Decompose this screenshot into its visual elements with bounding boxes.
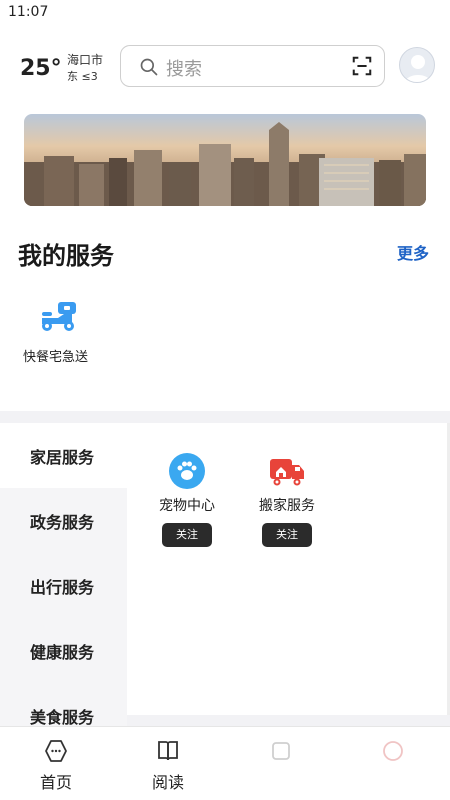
banner-image[interactable] [24, 114, 426, 206]
category-item-travel[interactable]: 出行服务 [0, 553, 127, 618]
header: 25° 海口市 东 ≤3 搜索 [0, 36, 450, 100]
bottom-tab-bar: 首页 阅读 [0, 726, 450, 800]
tab-label: 阅读 [151, 773, 184, 792]
search-input[interactable]: 搜索 [120, 45, 385, 87]
tab-reading[interactable]: 阅读 [123, 727, 213, 800]
category-content: 宠物中心 关注 搬家服务 关注 [127, 423, 450, 726]
scooter-icon [42, 302, 76, 331]
profile-icon [383, 741, 403, 761]
category-item-government[interactable]: 政务服务 [0, 488, 127, 553]
book-icon [158, 741, 178, 761]
panel-separator [127, 715, 450, 726]
follow-button[interactable]: 关注 [162, 523, 212, 547]
activity-icon [272, 742, 290, 760]
category-sidebar: 家居服务 政务服务 出行服务 健康服务 美食服务 [0, 423, 127, 726]
weather-wind: 东 ≤3 [67, 70, 98, 83]
service-item-delivery[interactable]: 快餐宅急送 [20, 296, 100, 366]
tile-label: 宠物中心 [159, 498, 215, 514]
weather-temperature: 25° [20, 56, 62, 81]
home-icon [45, 740, 67, 762]
user-icon [404, 55, 432, 82]
truck-icon [270, 459, 304, 486]
status-bar: 11:07 [0, 0, 450, 26]
more-link[interactable]: 更多 [397, 240, 429, 264]
tab-profile[interactable] [348, 727, 438, 800]
service-label: 快餐宅急送 [23, 350, 89, 365]
tile-moving-service[interactable]: 搬家服务 关注 [242, 423, 332, 547]
city-skyline-image [24, 114, 426, 206]
follow-button[interactable]: 关注 [262, 523, 312, 547]
category-item-health[interactable]: 健康服务 [0, 618, 127, 683]
tile-pet-center[interactable]: 宠物中心 关注 [142, 423, 232, 547]
avatar[interactable] [399, 47, 435, 83]
scan-icon[interactable] [351, 55, 373, 77]
paw-icon [169, 453, 205, 489]
category-item-home[interactable]: 家居服务 [0, 423, 127, 488]
tab-home[interactable]: 首页 [11, 727, 101, 800]
tab-label: 首页 [39, 773, 72, 792]
tab-activity[interactable] [236, 727, 326, 800]
my-services-title: 我的服务 [18, 242, 114, 270]
search-placeholder: 搜索 [166, 59, 202, 80]
weather-city: 海口市 [67, 53, 104, 67]
status-time: 11:07 [8, 4, 49, 20]
tile-label: 搬家服务 [259, 498, 315, 514]
search-icon [140, 58, 158, 76]
category-item-food[interactable]: 美食服务 [0, 683, 127, 727]
section-divider [0, 411, 450, 423]
